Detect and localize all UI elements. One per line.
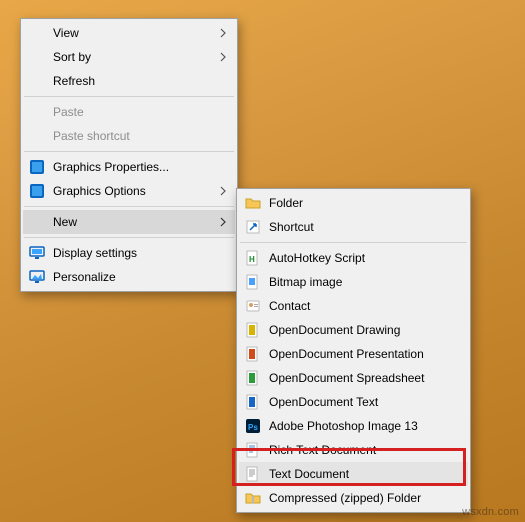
desktop-context-menu: View Sort by Refresh Paste Paste shortcu… <box>20 18 238 292</box>
menu-label: Folder <box>269 196 303 210</box>
submenu-item-photoshop[interactable]: Ps Adobe Photoshop Image 13 <box>239 414 468 438</box>
submenu-item-text-document[interactable]: Text Document <box>239 462 468 486</box>
menu-label: Bitmap image <box>269 275 342 289</box>
menu-item-new[interactable]: New <box>23 210 235 234</box>
opendocument-presentation-icon <box>245 346 261 362</box>
menu-label: Refresh <box>53 74 95 88</box>
menu-label: Text Document <box>269 467 349 481</box>
menu-item-graphics-properties[interactable]: Graphics Properties... <box>23 155 235 179</box>
text-document-icon <box>245 466 261 482</box>
submenu-item-bitmap[interactable]: Bitmap image <box>239 270 468 294</box>
menu-item-view[interactable]: View <box>23 21 235 45</box>
menu-item-display-settings[interactable]: Display settings <box>23 241 235 265</box>
watermark-text: wsxdn.com <box>462 506 519 518</box>
separator <box>24 151 234 152</box>
menu-label: Paste <box>53 105 84 119</box>
menu-label: Rich Text Document <box>269 443 376 457</box>
contact-icon <box>245 298 261 314</box>
menu-label: Contact <box>269 299 310 313</box>
chevron-right-icon <box>220 217 227 227</box>
intel-graphics-icon <box>29 183 45 199</box>
menu-item-personalize[interactable]: Personalize <box>23 265 235 289</box>
menu-label: Adobe Photoshop Image 13 <box>269 419 418 433</box>
chevron-right-icon <box>220 52 227 62</box>
submenu-item-folder[interactable]: Folder <box>239 191 468 215</box>
menu-label: New <box>53 215 77 229</box>
menu-item-sort-by[interactable]: Sort by <box>23 45 235 69</box>
chevron-right-icon <box>220 28 227 38</box>
menu-label: Sort by <box>53 50 91 64</box>
submenu-item-rtf[interactable]: Rich Text Document <box>239 438 468 462</box>
monitor-icon <box>29 245 45 261</box>
menu-label: Graphics Options <box>53 184 146 198</box>
menu-label: OpenDocument Drawing <box>269 323 400 337</box>
personalize-icon <box>29 269 45 285</box>
menu-label: OpenDocument Text <box>269 395 378 409</box>
separator <box>240 242 467 243</box>
chevron-right-icon <box>220 186 227 196</box>
svg-text:H: H <box>249 255 255 264</box>
separator <box>24 96 234 97</box>
submenu-item-contact[interactable]: Contact <box>239 294 468 318</box>
submenu-item-od-text[interactable]: OpenDocument Text <box>239 390 468 414</box>
separator <box>24 237 234 238</box>
submenu-item-od-presentation[interactable]: OpenDocument Presentation <box>239 342 468 366</box>
svg-text:Ps: Ps <box>248 423 258 432</box>
folder-icon <box>245 195 261 211</box>
separator <box>24 206 234 207</box>
bitmap-icon <box>245 274 261 290</box>
autohotkey-icon: H <box>245 250 261 266</box>
menu-item-paste: Paste <box>23 100 235 124</box>
shortcut-icon <box>245 219 261 235</box>
submenu-item-autohotkey[interactable]: H AutoHotkey Script <box>239 246 468 270</box>
zip-folder-icon <box>245 490 261 506</box>
rich-text-icon <box>245 442 261 458</box>
menu-label: Shortcut <box>269 220 314 234</box>
photoshop-icon: Ps <box>245 418 261 434</box>
submenu-item-od-spreadsheet[interactable]: OpenDocument Spreadsheet <box>239 366 468 390</box>
menu-item-paste-shortcut: Paste shortcut <box>23 124 235 148</box>
opendocument-text-icon <box>245 394 261 410</box>
menu-label: OpenDocument Presentation <box>269 347 424 361</box>
submenu-item-shortcut[interactable]: Shortcut <box>239 215 468 239</box>
menu-label: Compressed (zipped) Folder <box>269 491 421 505</box>
menu-item-refresh[interactable]: Refresh <box>23 69 235 93</box>
submenu-item-od-drawing[interactable]: OpenDocument Drawing <box>239 318 468 342</box>
new-submenu: Folder Shortcut H AutoHotkey Script Bitm… <box>236 188 471 513</box>
opendocument-spreadsheet-icon <box>245 370 261 386</box>
submenu-item-zip[interactable]: Compressed (zipped) Folder <box>239 486 468 510</box>
menu-label: Paste shortcut <box>53 129 130 143</box>
menu-label: OpenDocument Spreadsheet <box>269 371 424 385</box>
menu-label: View <box>53 26 79 40</box>
menu-label: Graphics Properties... <box>53 160 169 174</box>
opendocument-drawing-icon <box>245 322 261 338</box>
menu-label: AutoHotkey Script <box>269 251 365 265</box>
intel-graphics-icon <box>29 159 45 175</box>
menu-label: Display settings <box>53 246 137 260</box>
menu-item-graphics-options[interactable]: Graphics Options <box>23 179 235 203</box>
menu-label: Personalize <box>53 270 116 284</box>
